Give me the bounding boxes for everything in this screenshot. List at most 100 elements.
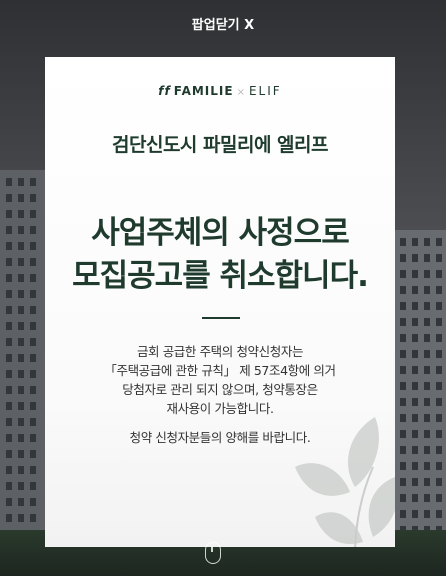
popup-card: ff FAMILIE × ELIF 검단신도시 파밀리에 엘리프 사업주체의 사정으로…: [45, 57, 395, 547]
brand-familie: FAMILIE: [173, 84, 234, 98]
building-window: [400, 494, 406, 502]
building-window: [412, 414, 418, 422]
building-window: [18, 338, 24, 346]
building-window: [30, 434, 36, 442]
building-window: [436, 350, 442, 358]
building-window: [412, 398, 418, 406]
divider: [202, 317, 240, 319]
building-window: [30, 466, 36, 474]
building-window: [6, 290, 12, 298]
building-window: [412, 430, 418, 438]
building-window: [400, 510, 406, 518]
building-window: [18, 434, 24, 442]
building-window: [30, 290, 36, 298]
building-window: [30, 274, 36, 282]
building-window: [424, 238, 430, 246]
building-window: [18, 194, 24, 202]
building-window: [6, 274, 12, 282]
building-window: [6, 178, 12, 186]
building-window: [424, 446, 430, 454]
building-window: [6, 258, 12, 266]
building-window: [30, 322, 36, 330]
building-window: [400, 238, 406, 246]
building-window: [400, 350, 406, 358]
building-window: [400, 398, 406, 406]
building-window: [436, 398, 442, 406]
building-window: [400, 414, 406, 422]
building-window: [412, 494, 418, 502]
building-window: [424, 398, 430, 406]
building-window: [424, 478, 430, 486]
building-window: [18, 274, 24, 282]
building-window: [30, 514, 36, 522]
building-window: [436, 494, 442, 502]
building-window: [30, 370, 36, 378]
building-window: [30, 178, 36, 186]
building-window: [18, 482, 24, 490]
headline-line1: 사업주체의 사정으로: [91, 215, 349, 251]
building-window: [424, 318, 430, 326]
building-window: [6, 210, 12, 218]
building-window: [30, 498, 36, 506]
building-window: [6, 242, 12, 250]
building-window: [30, 482, 36, 490]
building-window: [6, 354, 12, 362]
building-window: [400, 302, 406, 310]
building-window: [6, 418, 12, 426]
building-window: [18, 242, 24, 250]
building-window: [424, 270, 430, 278]
building-window: [436, 510, 442, 518]
building-window: [18, 290, 24, 298]
headline-line2: 모집공고를 취소합니다.: [72, 258, 369, 294]
notice-line: 당첨자로 관리 되지 않으며, 청약통장은: [122, 382, 318, 397]
building-window: [400, 254, 406, 262]
notice-line: 금회 공급한 주택의 청약신청자는: [136, 344, 304, 359]
building-window: [400, 366, 406, 374]
building-right: [394, 230, 446, 550]
building-window: [424, 462, 430, 470]
building-window: [412, 478, 418, 486]
headline: 사업주체의 사정으로 모집공고를 취소합니다.: [45, 212, 395, 298]
building-window: [6, 194, 12, 202]
building-window: [412, 382, 418, 390]
building-window: [412, 254, 418, 262]
building-window: [30, 450, 36, 458]
building-window: [30, 418, 36, 426]
building-window: [424, 286, 430, 294]
building-window: [412, 334, 418, 342]
building-window: [424, 334, 430, 342]
building-window: [424, 254, 430, 262]
building-window: [436, 238, 442, 246]
building-window: [18, 450, 24, 458]
building-window: [6, 514, 12, 522]
building-window: [400, 318, 406, 326]
brand-logo: ff FAMILIE × ELIF: [45, 84, 395, 98]
building-window: [400, 286, 406, 294]
building-window: [436, 302, 442, 310]
building-window: [6, 434, 12, 442]
building-window: [424, 366, 430, 374]
building-window: [30, 226, 36, 234]
building-window: [412, 510, 418, 518]
building-window: [6, 322, 12, 330]
building-window: [412, 302, 418, 310]
ff-logo-mark: ff: [158, 84, 171, 98]
building-window: [18, 322, 24, 330]
building-window: [436, 286, 442, 294]
building-window: [424, 414, 430, 422]
building-window: [400, 334, 406, 342]
building-window: [412, 462, 418, 470]
building-window: [412, 318, 418, 326]
brand-elif: ELIF: [248, 84, 282, 98]
building-window: [400, 430, 406, 438]
building-window: [30, 354, 36, 362]
building-window: [436, 254, 442, 262]
building-window: [6, 482, 12, 490]
building-window: [412, 286, 418, 294]
building-window: [400, 382, 406, 390]
popup-close-button[interactable]: 팝업닫기 X: [0, 14, 446, 33]
building-window: [6, 450, 12, 458]
building-window: [30, 338, 36, 346]
leaf-decoration-icon: [295, 417, 395, 547]
building-window: [6, 306, 12, 314]
